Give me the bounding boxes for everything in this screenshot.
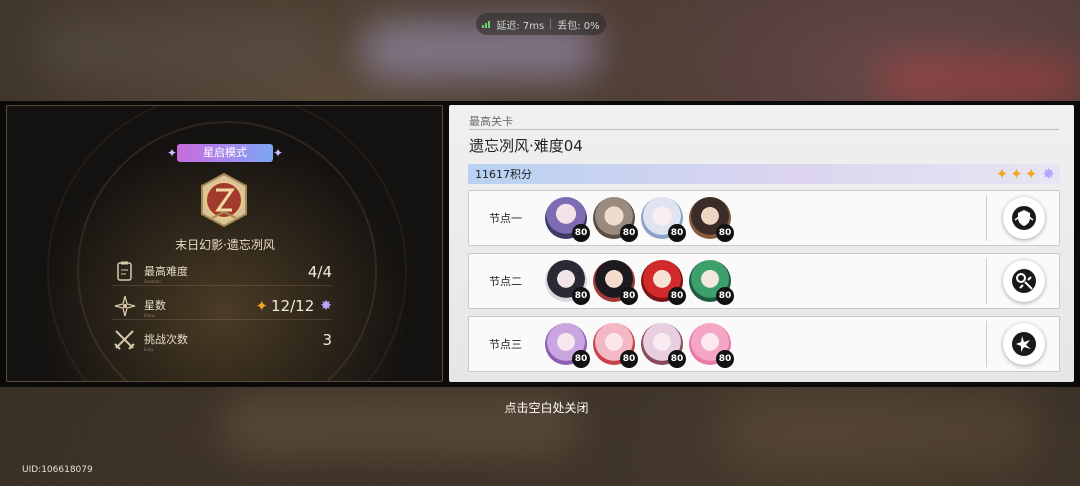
- score-stars: ✦ ✦ ✦ ✸: [996, 164, 1058, 184]
- shield-ribbon-icon: [1012, 206, 1036, 230]
- stage-emblem-icon: [201, 172, 247, 228]
- level-badge: 80: [620, 350, 638, 368]
- stat-sublabel: Easy: [144, 347, 154, 352]
- score-bar: 11617积分 ✦ ✦ ✦ ✸: [468, 164, 1060, 184]
- clipboard-icon: [117, 261, 132, 281]
- stat-value: 12/12: [271, 296, 315, 315]
- mode-badge: 星启模式: [167, 144, 283, 162]
- node-label: 节点二: [489, 275, 522, 288]
- team-avatars: 80 80 80 80: [545, 260, 734, 305]
- level-badge: 80: [716, 224, 734, 242]
- uid-label: UID:106618079: [22, 465, 93, 475]
- close-hint[interactable]: 点击空白处关闭: [0, 399, 1080, 416]
- stat-value: 4/4: [307, 262, 332, 281]
- stat-label: 挑战次数: [144, 333, 188, 346]
- divider: [986, 195, 987, 241]
- stat-value-group: ✦ 12/12 ✸: [255, 297, 332, 315]
- node-row-2: 节点二 80 80 80 80: [468, 253, 1060, 309]
- stage-name: 末日幻影·遗忘冽风: [175, 238, 275, 252]
- detail-panel: 最高关卡 遗忘冽风·难度04 11617积分 ✦ ✦ ✦ ✸ 节点一 80 80…: [449, 105, 1074, 382]
- character-avatar[interactable]: 80: [545, 323, 590, 368]
- gold-star-icon: ✦: [1024, 165, 1038, 183]
- level-badge: 80: [620, 224, 638, 242]
- stat-value: 3: [322, 331, 332, 349]
- purple-star-icon: ✸: [1039, 164, 1058, 184]
- level-badge: 80: [668, 350, 686, 368]
- node-label: 节点一: [489, 212, 522, 225]
- character-avatar[interactable]: 80: [545, 260, 590, 305]
- stat-stars: 星数 Emny ✦ 12/12 ✸: [112, 292, 332, 320]
- background-blur: [40, 20, 320, 80]
- character-avatar[interactable]: 80: [689, 260, 734, 305]
- character-avatar[interactable]: 80: [593, 260, 638, 305]
- team-avatars: 80 80 80 80: [545, 197, 734, 242]
- level-badge: 80: [716, 350, 734, 368]
- background-blur: [880, 60, 1080, 100]
- gold-star-icon: ✦: [255, 296, 269, 315]
- network-status: 延迟: 7ms 丢包: 0%: [476, 13, 606, 35]
- node-action-button[interactable]: [1003, 323, 1045, 365]
- level-badge: 80: [668, 224, 686, 242]
- stat-challenge-count: 挑战次数 Easy 3: [112, 326, 332, 354]
- character-avatar[interactable]: 80: [689, 197, 734, 242]
- character-avatar[interactable]: 80: [593, 323, 638, 368]
- signal-icon: [482, 20, 491, 28]
- level-badge: 80: [572, 224, 590, 242]
- stat-sublabel: Emny: [144, 312, 156, 318]
- node-row-3: 节点三 80 80 80 80: [468, 316, 1060, 372]
- gold-star-icon: ✦: [1010, 165, 1023, 183]
- character-avatar[interactable]: 80: [641, 260, 686, 305]
- stat-max-difficulty: 最高难度 Sesstion 4/4: [112, 258, 332, 286]
- level-badge: 80: [572, 287, 590, 305]
- level-badge: 80: [716, 287, 734, 305]
- node-label: 节点三: [489, 338, 522, 351]
- compass-star-icon: [114, 295, 136, 316]
- character-avatar[interactable]: 80: [641, 323, 686, 368]
- level-badge: 80: [572, 350, 590, 368]
- star-burst-icon: [1012, 332, 1036, 356]
- stat-sublabel: Sesstion: [144, 278, 161, 284]
- purple-star-icon: ✸: [320, 297, 332, 314]
- character-avatar[interactable]: 80: [545, 197, 590, 242]
- character-avatar[interactable]: 80: [689, 323, 734, 368]
- detail-title: 遗忘冽风·难度04: [469, 137, 583, 155]
- divider: [469, 129, 1059, 130]
- packet-loss-text: 丢包: 0%: [557, 20, 600, 32]
- crossed-swords-icon: [114, 330, 135, 350]
- level-badge: 80: [668, 287, 686, 305]
- divider: [986, 321, 987, 367]
- score-text: 11617积分: [475, 168, 532, 181]
- node-action-button[interactable]: [1003, 197, 1045, 239]
- character-avatar[interactable]: 80: [641, 197, 686, 242]
- stat-label: 最高难度: [144, 264, 188, 278]
- node-action-button[interactable]: [1003, 260, 1045, 302]
- divider: [550, 19, 552, 29]
- level-badge: 80: [620, 287, 638, 305]
- team-avatars: 80 80 80 80: [545, 323, 734, 368]
- latency-text: 延迟: 7ms: [496, 20, 545, 32]
- gold-star-icon: ✦: [995, 165, 1009, 183]
- crosshair-target-icon: [1012, 269, 1036, 293]
- node-row-1: 节点一 80 80 80 80: [468, 190, 1060, 246]
- detail-caption: 最高关卡: [469, 115, 513, 128]
- stat-label: 星数: [144, 298, 166, 312]
- character-avatar[interactable]: 80: [593, 197, 638, 242]
- divider: [986, 258, 987, 304]
